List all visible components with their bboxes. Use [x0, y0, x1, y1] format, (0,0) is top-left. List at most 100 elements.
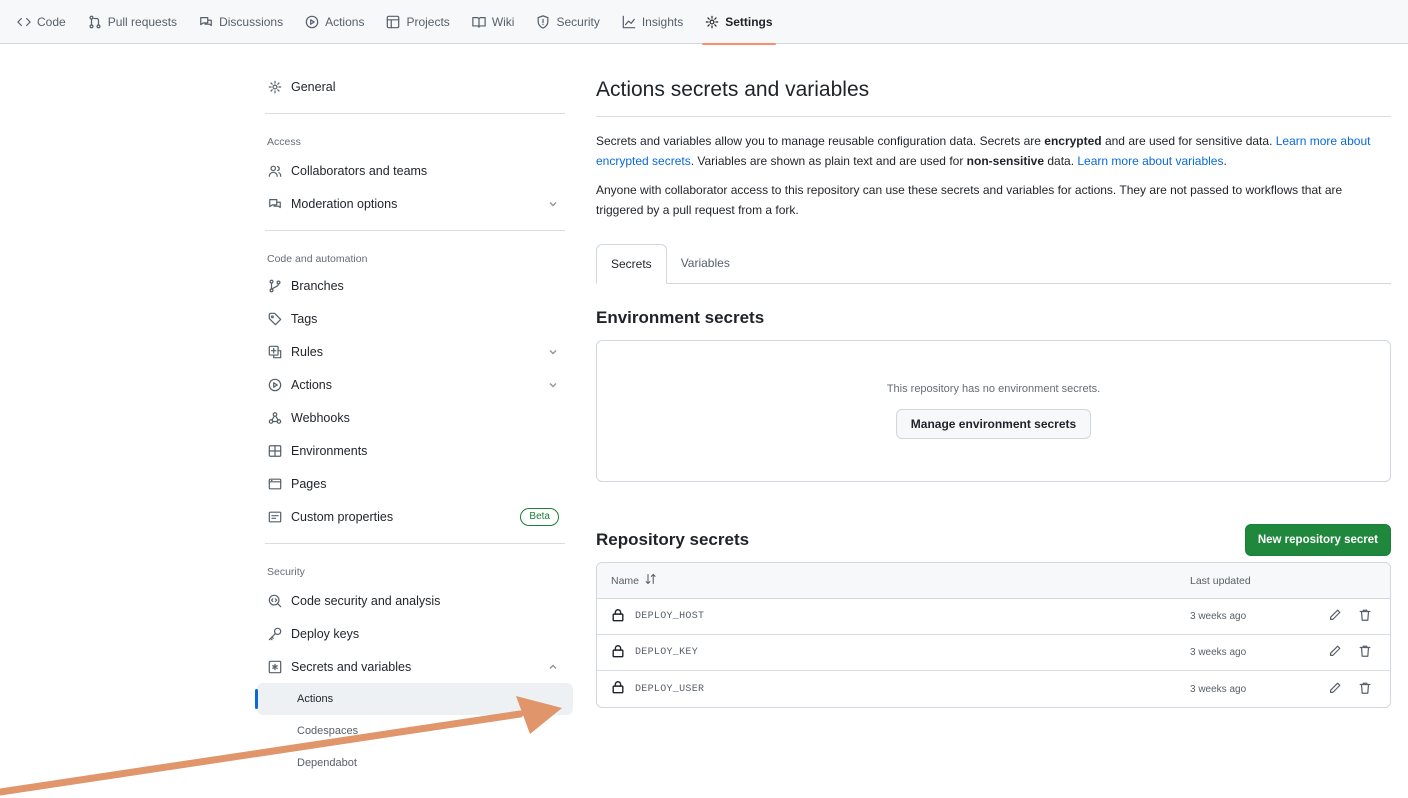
chevron-down-icon[interactable] — [547, 198, 559, 210]
secret-updated: 3 weeks ago — [1190, 611, 1247, 622]
row-actions — [1290, 681, 1376, 698]
tab-label: Actions — [325, 14, 365, 29]
sidebar-item-moderation[interactable]: Moderation options — [257, 187, 573, 220]
manage-environment-secrets-button[interactable]: Manage environment secrets — [895, 409, 1092, 439]
tab-projects[interactable]: Projects — [375, 0, 460, 44]
repo-rules-icon — [267, 344, 283, 360]
trash-icon[interactable] — [1358, 681, 1372, 698]
note-icon — [267, 509, 283, 525]
tag-icon — [267, 311, 283, 327]
chevron-down-icon[interactable] — [547, 346, 559, 358]
description-text: Secrets and variables allow you to manag… — [596, 134, 1045, 148]
browser-icon — [267, 476, 283, 492]
pencil-icon[interactable] — [1328, 608, 1342, 625]
description-bold: encrypted — [1044, 134, 1102, 148]
table-row: DEPLOY_HOST 3 weeks ago — [597, 599, 1390, 635]
sidebar-item-environments[interactable]: Environments — [257, 434, 573, 467]
sidebar-item-collaborators[interactable]: Collaborators and teams — [257, 154, 573, 187]
tab-actions[interactable]: Actions — [294, 0, 375, 44]
tab-security[interactable]: Security — [525, 0, 610, 44]
sidebar-item-label: Webhooks — [291, 410, 350, 425]
sidebar-item-label: Environments — [291, 443, 368, 458]
tab-label: Code — [37, 14, 66, 29]
sidebar-item-deploy-keys[interactable]: Deploy keys — [257, 617, 573, 650]
sidebar-heading-access: Access — [267, 136, 301, 148]
sidebar-item-label: General — [291, 79, 336, 94]
tab-wiki[interactable]: Wiki — [461, 0, 526, 44]
sidebar-item-label: Moderation options — [291, 196, 398, 211]
pencil-icon[interactable] — [1328, 681, 1342, 698]
gear-icon — [267, 79, 283, 95]
sidebar-item-label: Collaborators and teams — [291, 163, 428, 178]
tab-discussions[interactable]: Discussions — [188, 0, 294, 44]
sidebar-item-custom-properties[interactable]: Custom properties Beta — [257, 500, 573, 533]
git-branch-icon — [267, 278, 283, 294]
webhook-icon — [267, 410, 283, 426]
main-content: Actions secrets and variables Secrets an… — [596, 70, 1391, 708]
sidebar-item-label: Actions — [291, 377, 332, 392]
sort-icon[interactable] — [645, 573, 657, 588]
trash-icon[interactable] — [1358, 644, 1372, 661]
key-icon — [267, 626, 283, 642]
table-row: DEPLOY_KEY 3 weeks ago — [597, 635, 1390, 671]
new-repository-secret-button[interactable]: New repository secret — [1244, 524, 1391, 556]
tab-label: Security — [556, 14, 600, 29]
chevron-up-icon[interactable] — [547, 661, 559, 673]
repository-secrets-title: Repository secrets — [596, 530, 750, 549]
repo-nav: Code Pull requests Discussions Actions P… — [0, 0, 1408, 45]
sidebar-item-branches[interactable]: Branches — [257, 269, 573, 302]
sidebar-item-label: Code security and analysis — [291, 593, 441, 608]
beta-badge: Beta — [520, 507, 559, 526]
key-asterisk-icon — [267, 659, 283, 675]
settings-sidebar: General Access Collaborators and teams M… — [255, 70, 573, 779]
repository-secrets-header: Repository secrets New repository secret — [596, 524, 1391, 556]
sidebar-item-code-security[interactable]: Code security and analysis — [257, 584, 573, 617]
trash-icon[interactable] — [1358, 608, 1372, 625]
sidebar-item-webhooks[interactable]: Webhooks — [257, 401, 573, 434]
tab-pull-requests[interactable]: Pull requests — [77, 0, 188, 44]
play-icon — [267, 377, 283, 393]
sidebar-item-secrets-and-variables[interactable]: Secrets and variables — [257, 650, 573, 683]
lock-icon — [611, 608, 625, 626]
tab-settings[interactable]: Settings — [694, 0, 783, 45]
column-name-label: Name — [611, 574, 640, 587]
tab-insights[interactable]: Insights — [611, 0, 694, 44]
sidebar-item-actions[interactable]: Actions — [257, 368, 573, 401]
secret-updated: 3 weeks ago — [1190, 683, 1247, 695]
codescan-icon — [267, 593, 283, 609]
people-icon — [267, 163, 283, 179]
pull-request-icon — [88, 15, 102, 29]
column-last-updated: Last updated — [1190, 574, 1251, 587]
sidebar-heading-code: Code and automation — [267, 253, 368, 265]
sidebar-item-label: Pages — [291, 476, 327, 491]
sidebar-item-rules[interactable]: Rules — [257, 335, 573, 368]
secret-name: DEPLOY_HOST — [611, 608, 1190, 626]
tab-label: Wiki — [491, 14, 515, 29]
code-icon — [17, 15, 31, 29]
annotation-arrow — [0, 696, 562, 796]
tab-variables[interactable]: Variables — [667, 243, 744, 283]
tab-label: Discussions — [219, 14, 284, 29]
column-name[interactable]: Name — [611, 573, 1190, 588]
description-text: . Variables are shown as plain text and … — [690, 154, 967, 168]
actions-icon — [305, 15, 319, 29]
sidebar-heading-security: Security — [267, 566, 305, 578]
tab-secrets[interactable]: Secrets — [596, 244, 667, 284]
tab-code[interactable]: Code — [6, 0, 77, 44]
chevron-down-icon[interactable] — [547, 379, 559, 391]
tab-label: Insights — [641, 14, 684, 29]
sidebar-item-label: Deploy keys — [291, 626, 360, 641]
sidebar-divider — [265, 113, 565, 114]
sidebar-item-pages[interactable]: Pages — [257, 467, 573, 500]
sidebar-item-label: Rules — [291, 344, 323, 359]
pencil-icon[interactable] — [1328, 644, 1342, 661]
learn-more-variables-link[interactable]: Learn more about variables — [1077, 154, 1223, 168]
sidebar-item-label: Secrets and variables — [291, 659, 412, 674]
lock-icon — [611, 680, 625, 698]
sidebar-item-tags[interactable]: Tags — [257, 302, 573, 335]
graph-icon — [622, 15, 636, 29]
sidebar-item-general[interactable]: General — [257, 70, 573, 103]
environment-empty-text: This repository has no environment secre… — [886, 383, 1101, 395]
gear-icon — [705, 15, 719, 29]
description-text: . — [1223, 154, 1227, 168]
